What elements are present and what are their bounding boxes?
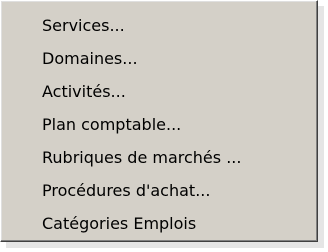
menu-item-plan-comptable[interactable]: Plan comptable... — [1, 108, 317, 141]
menu-item-services[interactable]: Services... — [1, 9, 317, 42]
menu-item-categories-emplois[interactable]: Catégories Emplois — [1, 207, 317, 240]
menu-shadow-right — [318, 6, 324, 246]
context-menu: Services... Domaines... Activités... Pla… — [0, 0, 318, 242]
menu-item-procedures-d-achat[interactable]: Procédures d'achat... — [1, 174, 317, 207]
menu-item-domaines[interactable]: Domaines... — [1, 42, 317, 75]
menu-shadow-bottom — [6, 242, 324, 248]
menu-item-activites[interactable]: Activités... — [1, 75, 317, 108]
menu-item-rubriques-de-marches[interactable]: Rubriques de marchés ... — [1, 141, 317, 174]
menu-item-list: Services... Domaines... Activités... Pla… — [1, 9, 317, 240]
